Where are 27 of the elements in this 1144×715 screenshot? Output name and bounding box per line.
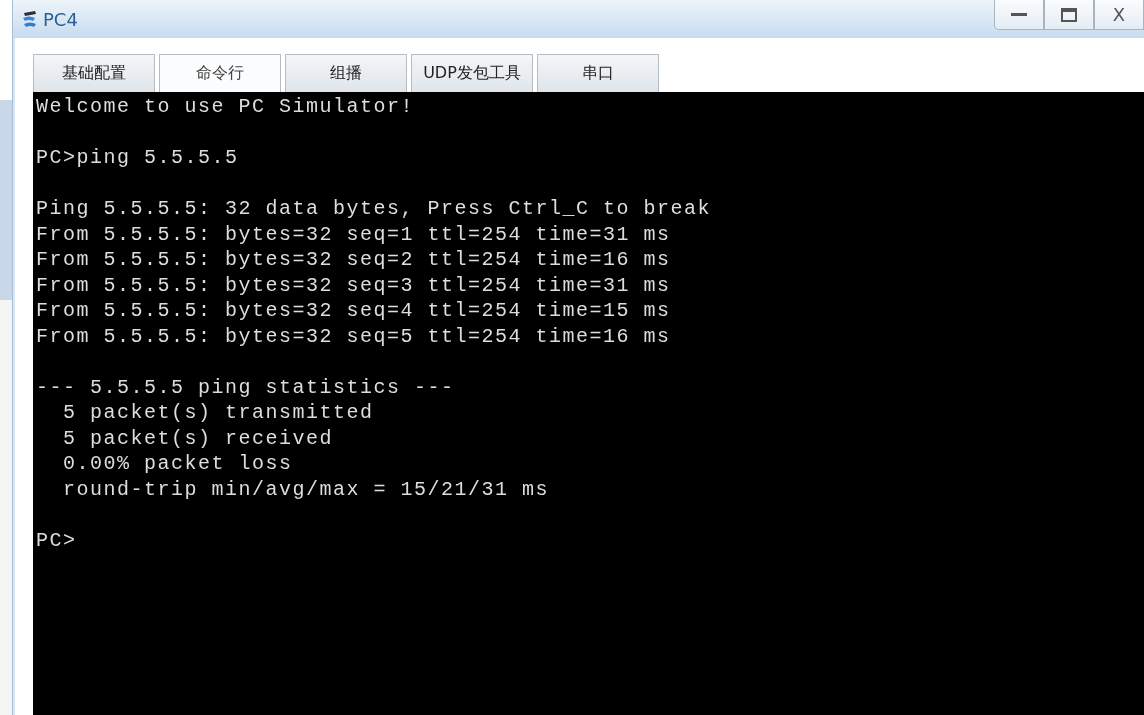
maximize-button[interactable]	[1044, 0, 1094, 30]
terminal-console[interactable]	[33, 92, 1144, 715]
minimize-button[interactable]	[994, 0, 1044, 30]
terminal-line: Ping 5.5.5.5: 32 data bytes, Press Ctrl_C to break	[36, 196, 712, 222]
maximize-icon	[1061, 7, 1077, 22]
minimize-icon	[1011, 12, 1027, 17]
terminal-line: From 5.5.5.5: bytes=32 seq=1 ttl=254 time=31 ms	[36, 221, 671, 247]
terminal-line: --- 5.5.5.5 ping statistics ---	[36, 374, 455, 400]
terminal-line: From 5.5.5.5: bytes=32 seq=4 ttl=254 time=15 ms	[36, 298, 671, 324]
tab[interactable]: 组播	[285, 54, 407, 92]
tab[interactable]: 命令行	[159, 54, 281, 92]
tab[interactable]: UDP发包工具	[411, 54, 533, 92]
terminal-line: From 5.5.5.5: bytes=32 seq=2 ttl=254 time=16 ms	[36, 247, 671, 273]
terminal-line: PC>ping 5.5.5.5	[36, 145, 239, 171]
terminal-line: From 5.5.5.5: bytes=32 seq=3 ttl=254 time=31 ms	[36, 272, 671, 298]
terminal-line: 5 packet(s) received	[62, 425, 334, 451]
terminal-line: round-trip min/avg/max = 15/21/31 ms	[62, 476, 550, 502]
network-icon	[21, 9, 39, 29]
window-title: PC4	[43, 8, 78, 30]
terminal-line: 5 packet(s) transmitted	[62, 400, 374, 426]
tab[interactable]: 串口	[537, 54, 659, 92]
terminal-line: Welcome to use PC Simulator!	[36, 94, 415, 120]
close-button[interactable]: X	[1094, 0, 1144, 30]
terminal-line: PC>	[36, 527, 77, 553]
terminal-line: From 5.5.5.5: bytes=32 seq=5 ttl=254 time=16 ms	[36, 323, 671, 349]
terminal-line: 0.00% packet loss	[62, 451, 293, 477]
tab[interactable]: 基础配置	[33, 54, 155, 92]
